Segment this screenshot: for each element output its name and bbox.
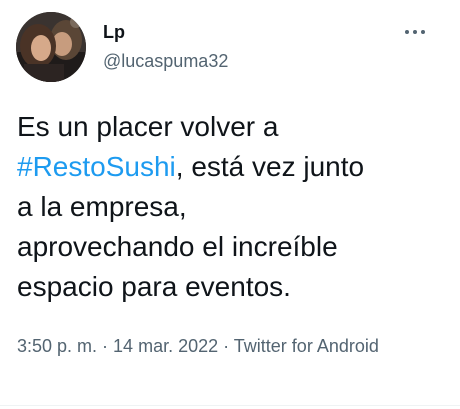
more-horizontal-icon <box>405 30 409 34</box>
tweet-timestamp-date[interactable]: 14 mar. 2022 <box>113 336 218 356</box>
tweet-source[interactable]: Twitter for Android <box>234 336 379 356</box>
author-info: Lp @lucaspuma32 <box>103 20 228 73</box>
meta-separator: · <box>218 336 234 356</box>
tweet-timestamp-time[interactable]: 3:50 p. m. <box>17 336 97 356</box>
tweet-text: Es un placer volver a #RestoSushi, está … <box>17 107 437 307</box>
more-options-button[interactable] <box>398 22 432 42</box>
more-horizontal-icon-dot <box>421 30 425 34</box>
author-handle[interactable]: @lucaspuma32 <box>103 49 228 73</box>
more-horizontal-icon-dot <box>413 30 417 34</box>
hashtag-link[interactable]: #RestoSushi <box>17 151 176 182</box>
tweet-meta: 3:50 p. m. · 14 mar. 2022 · Twitter for … <box>17 332 417 360</box>
meta-separator: · <box>97 336 114 356</box>
divider <box>0 405 460 406</box>
author-display-name[interactable]: Lp <box>103 20 228 44</box>
tweet: Lp @lucaspuma32 Es un placer volver a #R… <box>0 0 460 409</box>
avatar[interactable] <box>16 12 86 82</box>
avatar-photo <box>16 12 86 82</box>
tweet-text-part: Es un placer volver a <box>17 111 279 142</box>
